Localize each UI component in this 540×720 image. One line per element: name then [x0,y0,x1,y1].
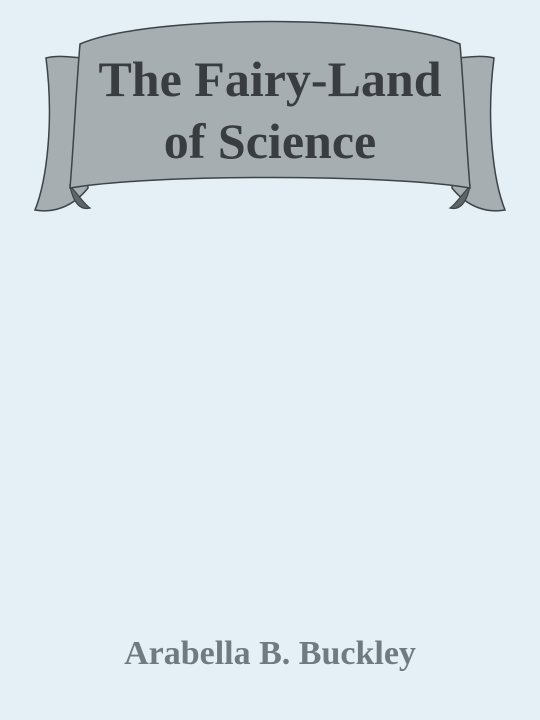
book-cover: The Fairy-Land of Science Arabella B. Bu… [0,0,540,720]
book-author: Arabella B. Buckley [124,635,416,672]
book-title-line-2: of Science [163,113,377,169]
book-title-line-1: The Fairy-Land [98,51,442,107]
